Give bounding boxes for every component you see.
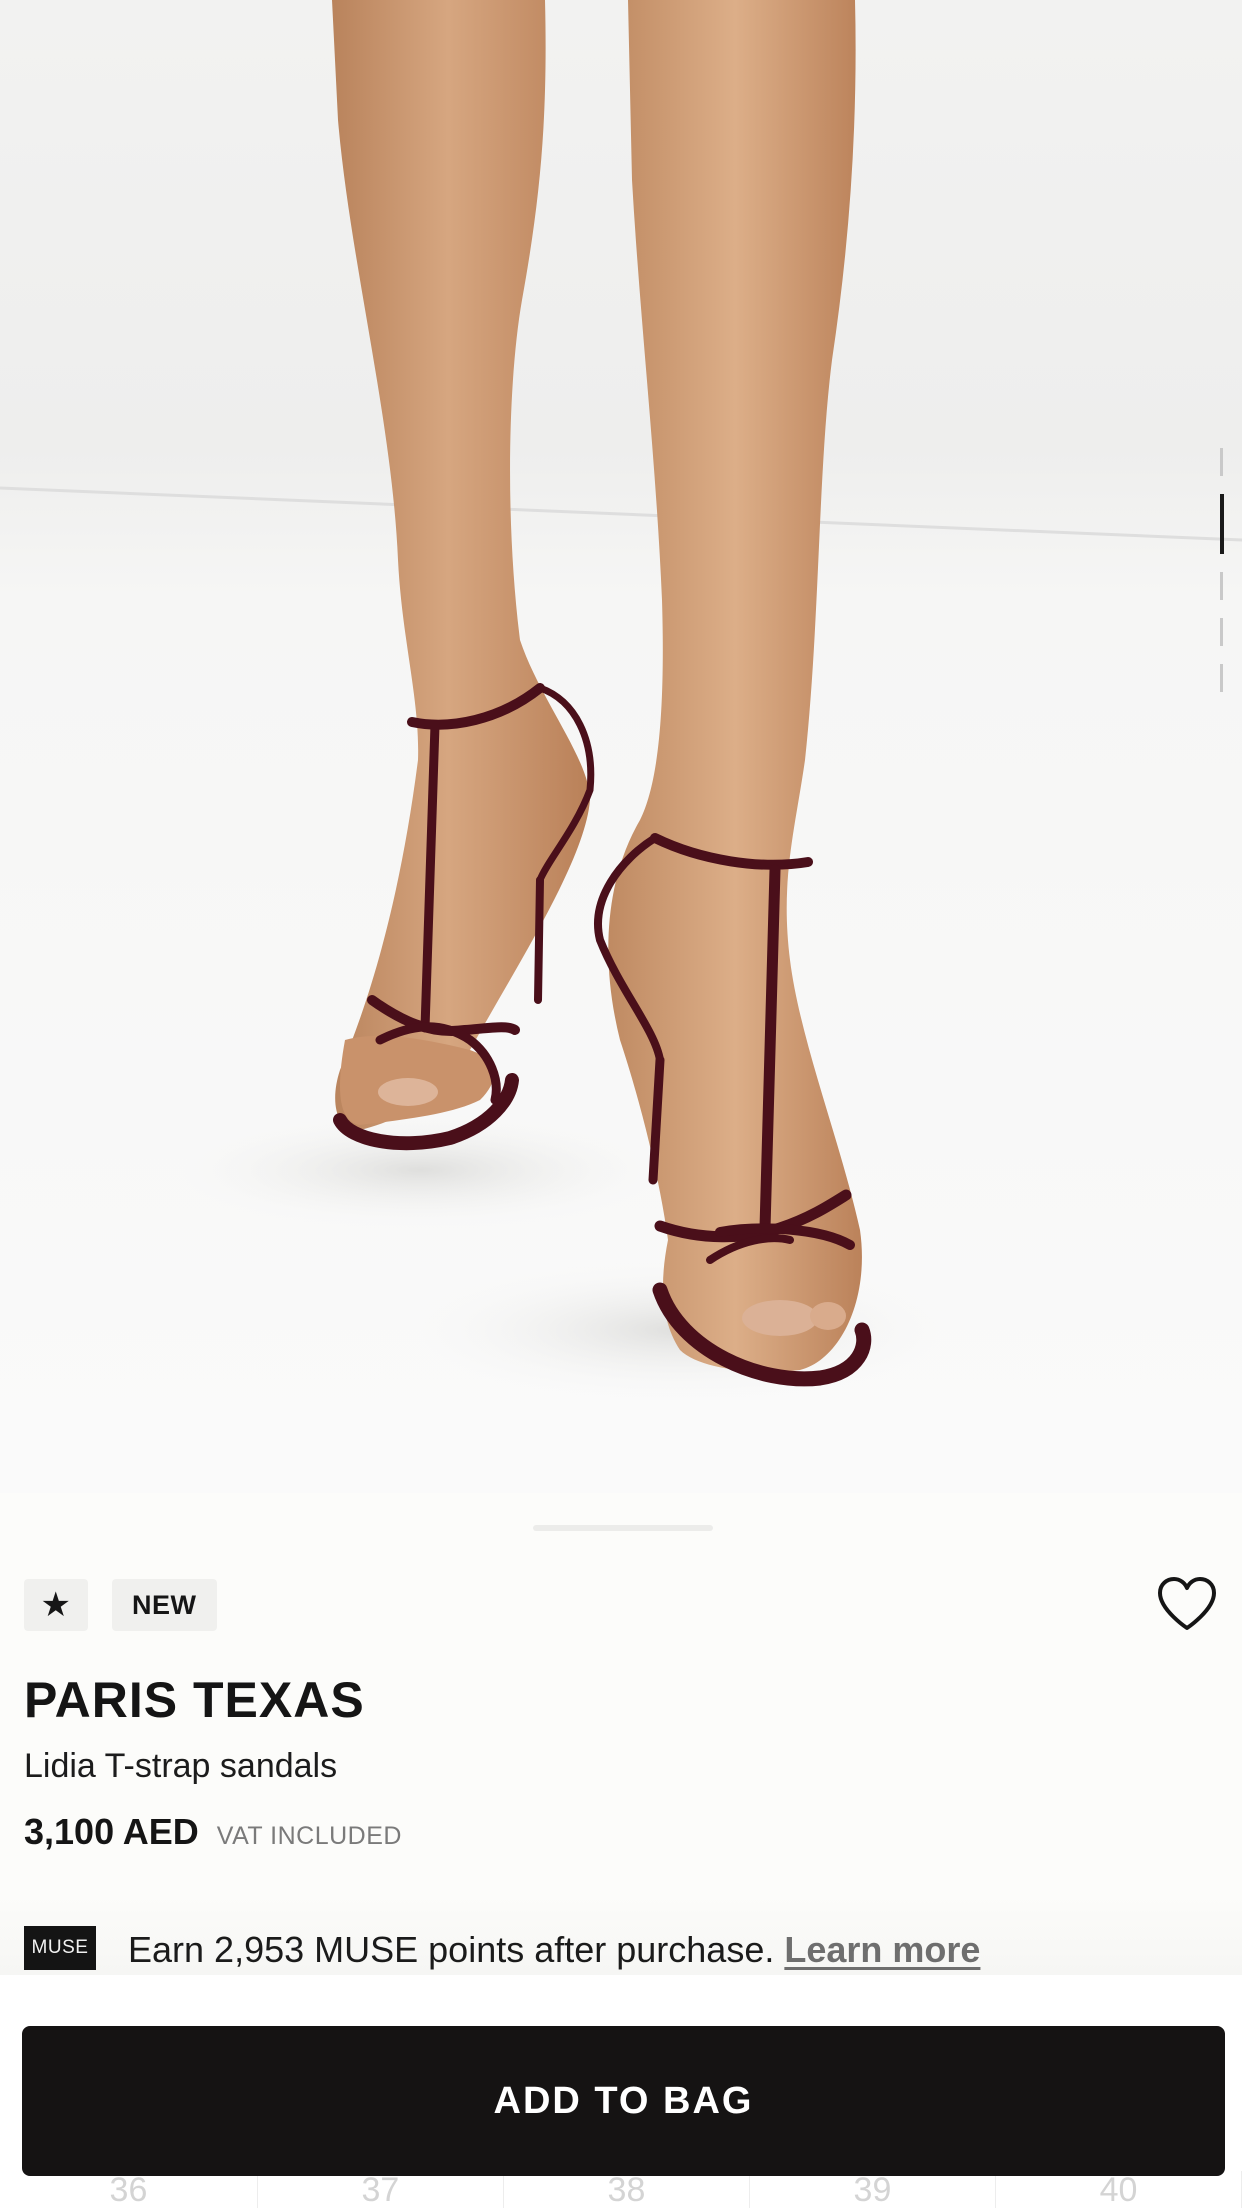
vat-note: VAT INCLUDED <box>216 1822 402 1850</box>
pager-dot[interactable] <box>1220 572 1223 600</box>
size-option[interactable]: 40 <box>996 2171 1242 2208</box>
pager-dot[interactable] <box>1220 448 1223 476</box>
size-option[interactable]: 39 <box>750 2171 996 2208</box>
size-option[interactable]: 36 <box>0 2171 258 2208</box>
size-option[interactable]: 37 <box>258 2171 504 2208</box>
product-detail-page: ★ NEW PARIS TEXAS Lidia T-strap sandals … <box>0 0 1242 2208</box>
product-badges: ★ NEW <box>24 1579 217 1631</box>
sandals-photo <box>0 0 1242 1400</box>
price-row: 3,100 AED VAT INCLUDED <box>24 1811 402 1853</box>
brand-name[interactable]: PARIS TEXAS <box>24 1671 365 1729</box>
pager-dot[interactable] <box>1220 618 1223 646</box>
loyalty-message: Earn 2,953 MUSE points after purchase. L… <box>128 1929 980 1971</box>
sheet-drag-handle[interactable] <box>533 1525 713 1531</box>
size-option[interactable]: 38 <box>504 2171 750 2208</box>
product-image[interactable] <box>0 0 1242 1493</box>
new-badge: NEW <box>112 1579 217 1631</box>
product-name: Lidia T-strap sandals <box>24 1747 338 1785</box>
pager-dot-active[interactable] <box>1220 494 1224 554</box>
pager-dot[interactable] <box>1220 664 1223 692</box>
learn-more-link[interactable]: Learn more <box>784 1929 980 1970</box>
product-price: 3,100 AED <box>24 1811 199 1852</box>
add-to-bag-button[interactable]: ADD TO BAG <box>22 2026 1225 2176</box>
muse-logo: MUSE <box>24 1926 96 1970</box>
star-badge: ★ <box>24 1579 88 1631</box>
image-pager[interactable] <box>1220 448 1224 692</box>
heart-outline-icon <box>1158 1577 1216 1630</box>
favorite-button[interactable] <box>1154 1573 1220 1635</box>
loyalty-message-text: Earn 2,953 MUSE points after purchase. <box>128 1929 785 1970</box>
product-info-sheet: ★ NEW PARIS TEXAS Lidia T-strap sandals … <box>0 1493 1242 2208</box>
size-selector: 36 37 38 39 40 <box>0 2171 1242 2208</box>
